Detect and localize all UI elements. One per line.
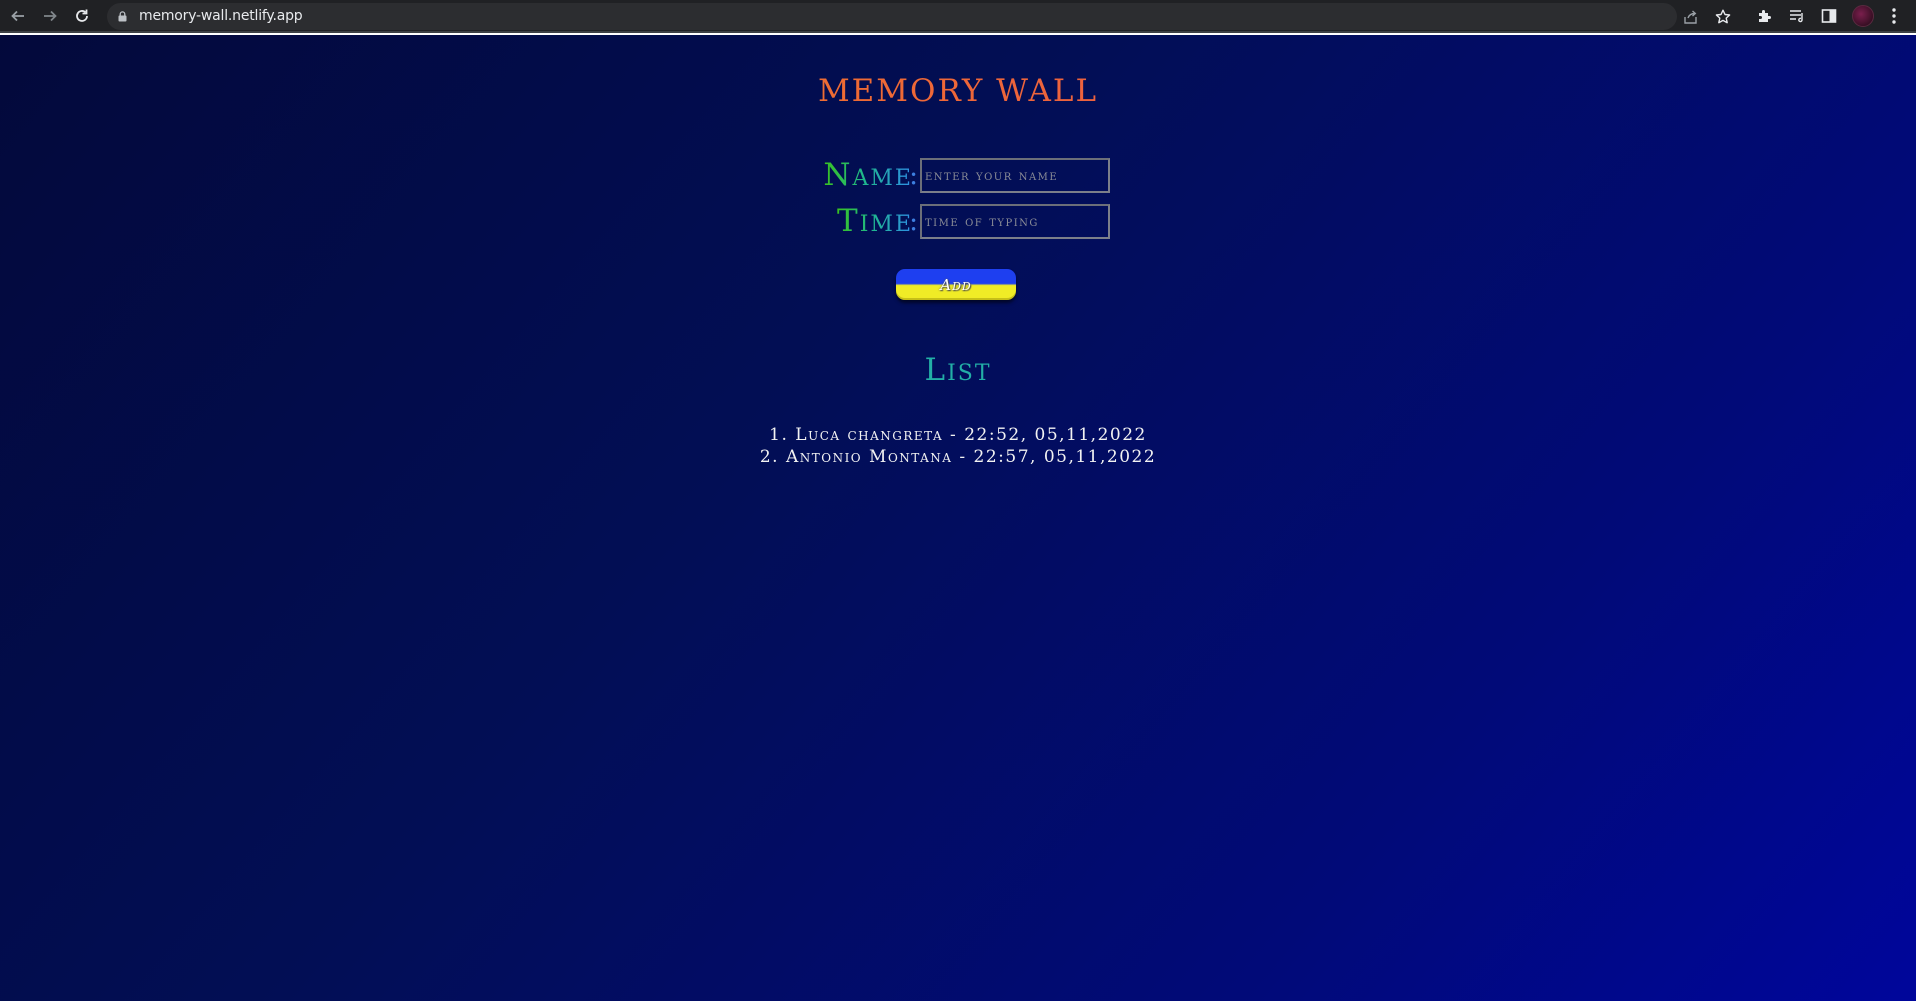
name-input[interactable] [920,158,1110,193]
back-arrow-icon[interactable] [5,4,31,28]
time-input[interactable] [920,204,1110,239]
time-colon: : [909,206,919,237]
list-item-index: 2. [759,447,780,467]
list-item: 1. Luca changreta - 22:52, 05,11,2022 [0,424,1916,446]
profile-avatar[interactable] [1852,5,1874,27]
reload-icon[interactable] [69,4,95,28]
forward-arrow-icon[interactable] [37,4,63,28]
name-label: Name [823,157,913,193]
list-heading: List [0,352,1916,388]
kebab-menu-icon[interactable] [1885,6,1903,26]
lock-icon [118,11,127,22]
list-item-index: 1. [769,425,789,445]
add-button[interactable]: Add [896,269,1016,300]
name-colon: : [909,160,919,191]
time-label: Time [837,203,913,239]
queue-icon[interactable] [1788,7,1806,25]
list-item: 2. Antonio Montana - 22:57, 05,11,2022 [0,446,1916,468]
page-content: MEMORY WALL Name : Time : Add List 1. Lu… [0,35,1916,1001]
browser-toolbar: memory-wall.netlify.app [0,0,1916,33]
list-item-text: Luca changreta - 22:52, 05,11,2022 [795,425,1147,445]
star-icon[interactable] [1714,8,1732,26]
url-text[interactable]: memory-wall.netlify.app [139,3,303,30]
address-bar[interactable]: memory-wall.netlify.app [107,3,1731,30]
puzzle-icon[interactable] [1756,7,1774,25]
list-item-text: Antonio Montana - 22:57, 05,11,2022 [785,447,1157,467]
share-icon[interactable] [1682,8,1700,26]
side-panel-icon[interactable] [1820,7,1838,25]
memory-list: 1. Luca changreta - 22:52, 05,11,2022 2.… [0,424,1916,468]
page-title: MEMORY WALL [0,73,1916,109]
